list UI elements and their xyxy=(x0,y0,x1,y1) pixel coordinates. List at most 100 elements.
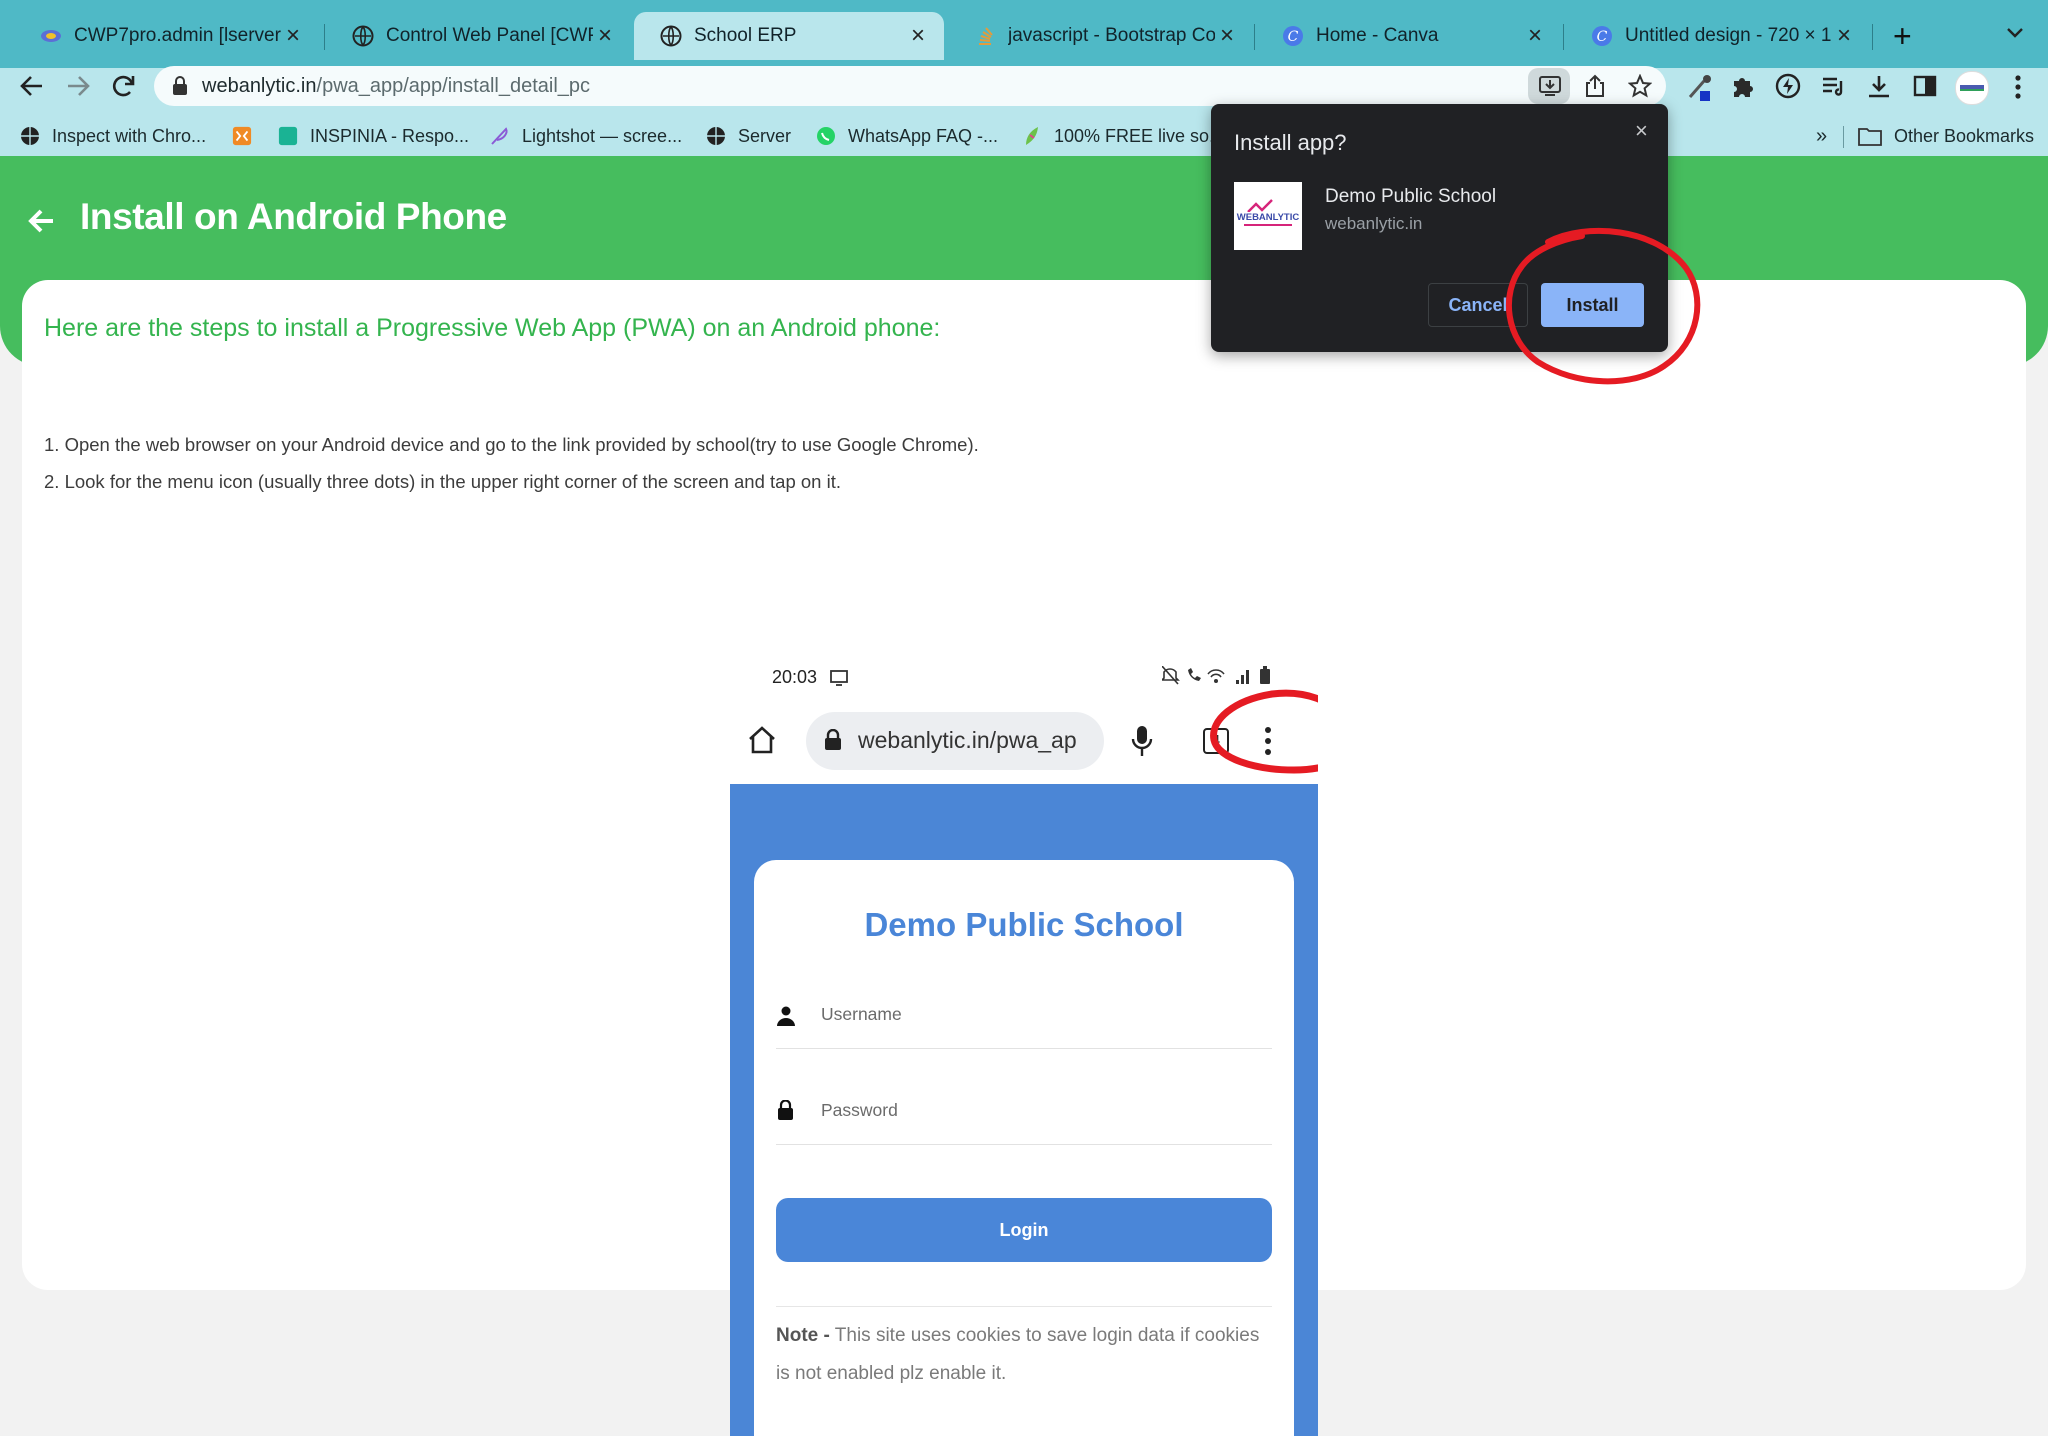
spacer xyxy=(1006,0,1007,1)
tab-search-chevron-icon[interactable] xyxy=(2006,26,2024,40)
bookmark-app[interactable] xyxy=(232,124,264,148)
tab-close-icon[interactable]: × xyxy=(593,22,617,50)
inspinia-icon xyxy=(278,126,298,146)
tab-title: School ERP xyxy=(694,25,797,46)
phone-time: 20:03 xyxy=(772,667,818,687)
tab-close-icon[interactable]: × xyxy=(1832,22,1856,50)
tab-close-icon[interactable]: × xyxy=(1523,22,1547,50)
bookmark-whatsapp-faq[interactable]: WhatsApp FAQ -... xyxy=(816,124,998,148)
install-app-icon xyxy=(1539,76,1561,96)
menu-highlight-circle xyxy=(1210,689,1318,774)
webanlytic-logo: WEBANLYTIC xyxy=(1237,199,1299,226)
folder-icon xyxy=(1858,128,1882,146)
address-bar[interactable]: webanlytic.in/pwa_app/app/install_detail… xyxy=(154,66,1666,106)
tab-javascript-bootstrap[interactable]: javascript - Bootstrap Colla × xyxy=(948,12,1253,60)
tab-separator xyxy=(324,24,325,50)
bookmark-label: Server xyxy=(738,125,792,146)
bolt-extension-icon[interactable] xyxy=(1775,73,1801,99)
bookmark-label: Lightshot — scree... xyxy=(522,125,683,146)
note-label: Note - xyxy=(776,1325,830,1346)
app-logo: WEBANLYTIC xyxy=(1234,182,1302,250)
reading-list-icon[interactable] xyxy=(1820,73,1846,99)
side-panel-icon[interactable] xyxy=(1912,73,1938,99)
dialog-app-domain: webanlytic.in xyxy=(1325,214,1423,233)
phone-screenshot: 20:03 webanlytic.in/pwa_ap 4 Demo Public… xyxy=(730,656,1318,1436)
back-arrow-icon[interactable] xyxy=(26,206,56,236)
cookie-note: Note - This site uses cookies to save lo… xyxy=(776,1306,1272,1393)
stackoverflow-icon xyxy=(979,27,993,45)
other-bookmarks[interactable]: Other Bookmarks xyxy=(1858,124,2034,148)
eyedropper-extension-icon[interactable] xyxy=(1686,73,1714,103)
downloads-icon[interactable] xyxy=(1866,73,1892,99)
tab-cwp7pro-admin[interactable]: CWP7pro.admin [lserver00 × xyxy=(14,12,319,60)
new-tab-button[interactable]: + xyxy=(1893,18,1912,55)
lock-icon[interactable] xyxy=(172,76,188,96)
bookmark-free-live[interactable]: 100% FREE live so... xyxy=(1022,124,1224,148)
tab-school-erp[interactable]: School ERP × xyxy=(634,12,944,60)
padlock-icon xyxy=(778,1100,793,1120)
tab-home-canva[interactable]: C Home - Canva × xyxy=(1256,12,1561,60)
forward-icon[interactable] xyxy=(64,72,92,100)
globe-icon xyxy=(352,25,374,47)
page-content: Install on Android Phone Here are the st… xyxy=(0,156,2048,1436)
tab-strip: CWP7pro.admin [lserver00 × Control Web P… xyxy=(0,0,2048,68)
webanlytic-avatar-logo xyxy=(1960,85,1984,91)
tab-title: javascript - Bootstrap Colla xyxy=(1008,25,1215,46)
bookmark-label: 100% FREE live so... xyxy=(1054,125,1225,146)
globe-icon xyxy=(707,127,725,145)
svg-text:C: C xyxy=(1288,29,1299,45)
cast-icon xyxy=(830,670,848,686)
bookmark-inspinia[interactable]: INSPINIA - Respo... xyxy=(278,124,469,148)
bookmark-label: INSPINIA - Respo... xyxy=(310,125,470,146)
browser-menu-icon[interactable] xyxy=(2006,73,2030,101)
bookmark-star-icon[interactable] xyxy=(1628,74,1652,98)
username-placeholder: Username xyxy=(821,1004,902,1024)
phone-username-field: Username xyxy=(776,978,1272,1049)
install-app-button[interactable] xyxy=(1528,68,1570,104)
page-title: Install on Android Phone xyxy=(80,196,507,237)
globe-icon xyxy=(21,127,39,145)
canva-icon: C xyxy=(1592,26,1612,46)
url-path: /pwa_app/app/install_detail_pc xyxy=(316,75,591,97)
phone-login-button: Login xyxy=(776,1198,1272,1262)
tab-close-icon[interactable]: × xyxy=(281,22,305,50)
phone-mic-icon xyxy=(1131,726,1153,756)
dialog-title: Install app? xyxy=(1234,130,1347,155)
bookmark-lightshot[interactable]: Lightshot — scree... xyxy=(490,124,682,148)
school-name: Demo Public School xyxy=(864,906,1184,943)
leaf-icon xyxy=(1026,127,1038,145)
url-text[interactable]: webanlytic.in/pwa_app/app/install_detail… xyxy=(202,75,590,98)
svg-text:C: C xyxy=(1597,29,1608,45)
tab-title: Home - Canva xyxy=(1316,25,1439,46)
feather-icon xyxy=(491,127,508,145)
password-placeholder: Password xyxy=(821,1100,898,1120)
step-1-text: 1. Open the web browser on your Android … xyxy=(44,434,979,455)
tab-separator xyxy=(1254,24,1255,50)
phone-home-icon xyxy=(749,726,775,754)
tab-separator xyxy=(1872,24,1873,50)
note-text: This site uses cookies to save login dat… xyxy=(776,1325,1260,1384)
bookmarks-overflow-button[interactable]: » xyxy=(1816,124,1827,148)
whatsapp-icon xyxy=(817,127,835,145)
tab-title: CWP7pro.admin [lserver00 xyxy=(74,25,281,46)
install-highlight-circle xyxy=(1506,227,1701,385)
extensions-puzzle-icon[interactable] xyxy=(1730,73,1756,99)
reload-icon[interactable] xyxy=(110,72,138,100)
tab-control-web-panel[interactable]: Control Web Panel [CWP] - × xyxy=(326,12,631,60)
bookmark-inspect-with-chrome[interactable]: Inspect with Chro... xyxy=(20,124,206,148)
phone-login-card: Demo Public School Username Password Log… xyxy=(754,860,1294,1436)
profile-avatar[interactable] xyxy=(1955,71,1989,105)
dialog-close-icon[interactable]: × xyxy=(1635,118,1648,144)
bookmark-app-icon xyxy=(232,126,252,146)
phone-password-field: Password xyxy=(776,1074,1272,1145)
bookmarks-bar: Inspect with Chro... INSPINIA - Respo...… xyxy=(0,116,2048,156)
tab-separator xyxy=(1563,24,1564,50)
share-icon[interactable] xyxy=(1584,74,1606,98)
step-2-text: 2. Look for the menu icon (usually three… xyxy=(44,471,841,492)
bookmark-server[interactable]: Server xyxy=(706,124,791,148)
tab-close-icon[interactable]: × xyxy=(906,22,930,50)
tab-close-icon[interactable]: × xyxy=(1215,22,1239,50)
url-host: webanlytic.in xyxy=(202,75,317,97)
back-icon[interactable] xyxy=(18,72,46,100)
tab-untitled-design[interactable]: C Untitled design - 720 × 160 × xyxy=(1565,12,1870,60)
